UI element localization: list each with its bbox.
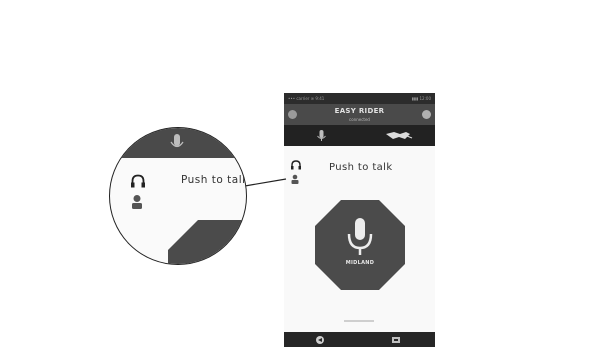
app-subtitle: connected xyxy=(349,117,370,122)
headphones-icon xyxy=(131,174,145,188)
brand-logo: MIDLAND xyxy=(345,260,375,266)
page-indicator xyxy=(344,320,374,322)
microphone-icon xyxy=(170,134,184,148)
zoom-octagon-corner xyxy=(168,220,246,264)
settings-icon[interactable] xyxy=(390,335,402,345)
push-to-talk-label: Push to talk xyxy=(329,162,393,173)
app-title: EASY RIDER xyxy=(334,107,385,115)
zoom-push-to-talk-label: Push to talk xyxy=(181,174,247,186)
tab-handshake[interactable] xyxy=(360,125,435,146)
phone-screen: ••• carrier ≋ 9:41 ▮▮▮ 12:00 EASY RIDER … xyxy=(284,93,435,347)
status-bar: ••• carrier ≋ 9:41 ▮▮▮ 12:00 xyxy=(284,93,435,104)
tab-bar xyxy=(284,125,435,146)
person-icon[interactable] xyxy=(290,174,300,185)
microphone-icon xyxy=(317,130,326,141)
main-content: Push to talk MIDLAND xyxy=(284,146,435,332)
person-icon xyxy=(132,195,142,209)
status-right: ▮▮▮ 12:00 xyxy=(411,96,431,101)
left-header-button[interactable] xyxy=(288,110,297,119)
app-header: EASY RIDER connected xyxy=(284,104,435,125)
bottom-bar xyxy=(284,332,435,347)
back-icon[interactable] xyxy=(314,335,326,345)
zoom-callout: Push to talk xyxy=(109,127,247,265)
zoom-tab-bar xyxy=(110,128,246,158)
status-left: ••• carrier ≋ 9:41 xyxy=(288,96,325,101)
tab-microphone[interactable] xyxy=(284,125,359,146)
right-header-button[interactable] xyxy=(422,110,431,119)
push-to-talk-button[interactable] xyxy=(313,198,407,292)
handshake-icon xyxy=(386,132,413,139)
headphones-icon xyxy=(291,160,301,170)
